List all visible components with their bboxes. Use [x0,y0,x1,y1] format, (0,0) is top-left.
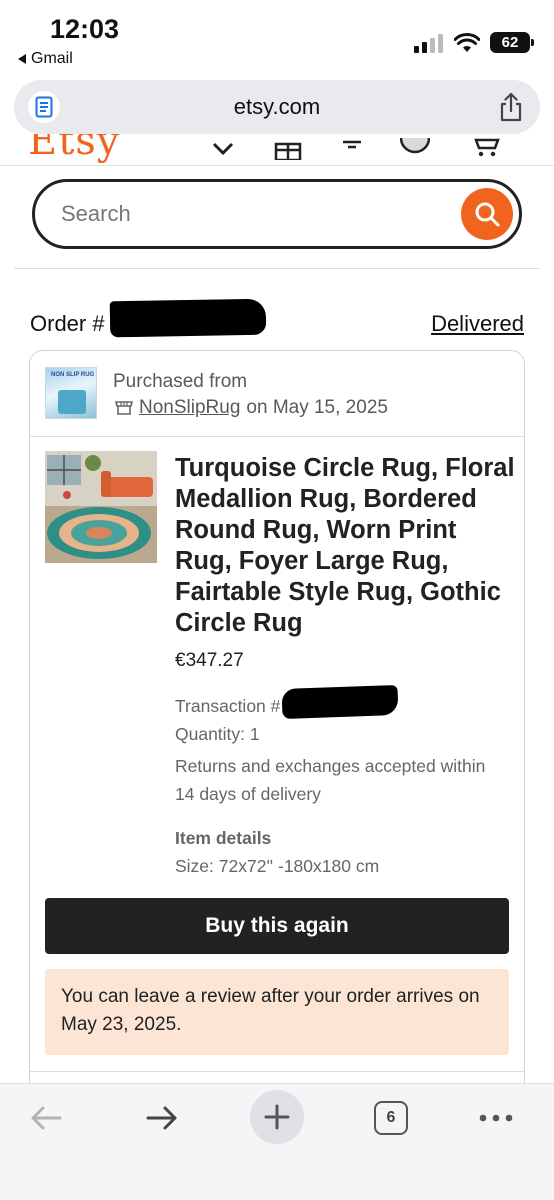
new-tab-button[interactable] [250,1090,304,1144]
shop-storefront-icon [115,401,133,415]
plus-icon [250,1090,304,1144]
order-number-label: Order # [30,311,105,336]
arrow-left-icon [31,1106,62,1130]
browser-toolbar: 6 [0,1083,554,1200]
arrow-right-icon [146,1106,177,1130]
shop-line: NonSlipRug on May 15, 2025 [115,397,388,419]
more-menu-button[interactable] [476,1095,516,1141]
cart-icon[interactable] [472,138,502,160]
quantity-text: Quantity: 1 [175,724,260,744]
tab-switcher-button[interactable]: 6 [373,1095,409,1141]
share-icon[interactable] [494,90,528,124]
buy-this-again-button[interactable]: Buy this again [45,898,509,954]
back-to-app-link[interactable]: Gmail [18,50,73,68]
etsy-logo[interactable]: Etsy [28,134,120,164]
status-bar: 12:03 Gmail 62 [0,0,554,78]
back-button[interactable] [26,1095,66,1141]
etsy-header: Etsy [0,134,554,166]
card-divider [30,436,524,437]
address-bar[interactable]: etsy.com [14,80,540,134]
cellular-signal-icon [414,33,443,53]
tab-count: 6 [374,1101,408,1135]
search-icon [475,202,500,227]
url-text[interactable]: etsy.com [14,94,540,120]
product-title-link[interactable]: Turquoise Circle Rug, Floral Medallion R… [175,453,515,639]
item-size-text: Size: 72x72'' -180x180 cm [175,856,380,876]
forward-button[interactable] [142,1095,182,1141]
chevron-down-icon[interactable] [208,138,238,160]
returns-policy-text: Returns and exchanges accepted within 14… [175,756,486,804]
shop-thumbnail[interactable]: NON SLIP RUG [45,367,97,419]
search-input[interactable] [61,198,441,230]
account-avatar-icon[interactable] [400,138,430,160]
search-button[interactable] [461,188,513,240]
order-status-link[interactable]: Delivered [431,311,524,337]
wifi-icon [454,32,480,52]
system-icons: 62 [414,32,534,53]
shop-thumbnail-product [58,390,86,414]
purchase-date: on May 15, 2025 [246,397,388,418]
redacted-order-number [109,298,267,338]
more-dots-icon [479,1114,513,1122]
header-divider [14,268,540,269]
back-app-label: Gmail [31,50,73,67]
purchased-from-label: Purchased from [113,371,248,392]
search-bar [32,179,522,249]
back-triangle-icon [18,54,26,64]
redacted-transaction-number [281,684,399,720]
transaction-label: Transaction # [175,696,281,716]
shop-name-link[interactable]: NonSlipRug [139,397,240,419]
item-details-heading: Item details [175,828,272,848]
clock: 12:03 [50,14,120,44]
review-notice: You can leave a review after your order … [45,969,509,1055]
product-price: €347.27 [175,650,244,671]
gift-icon[interactable] [273,138,303,160]
bell-icon[interactable] [337,138,367,160]
card-divider-bottom [30,1071,524,1072]
battery-icon: 62 [490,32,534,53]
order-card: NON SLIP RUG Purchased from NonSlipRug o… [29,350,525,1110]
shop-thumbnail-tag: NON SLIP RUG [51,372,95,378]
product-image[interactable] [45,451,157,563]
